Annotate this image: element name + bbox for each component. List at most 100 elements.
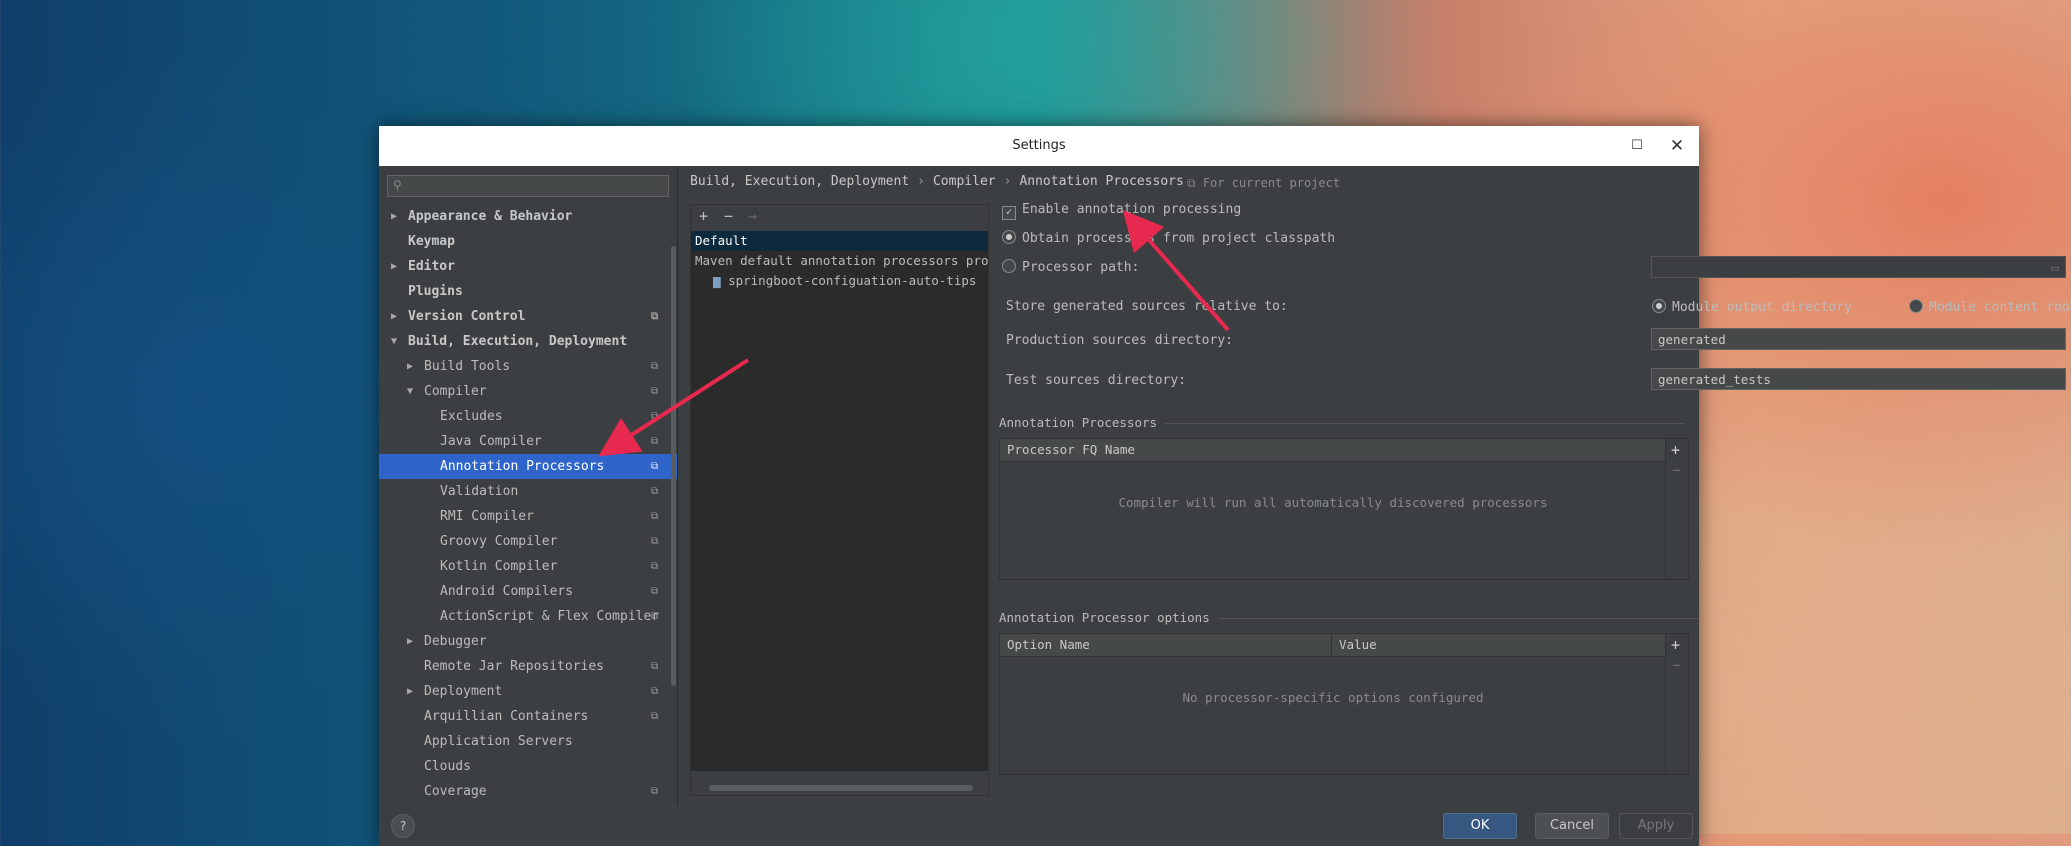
tree-item[interactable]: Application Servers bbox=[379, 729, 677, 754]
tree-item-label: Plugins bbox=[408, 284, 463, 299]
tree-item[interactable]: Excludes ⧉ bbox=[379, 404, 677, 429]
add-option-button[interactable]: + bbox=[1671, 636, 1680, 654]
title-bar: Settings ☐ ✕ bbox=[379, 126, 1699, 166]
tree-item[interactable]: Kotlin Compiler ⧉ bbox=[379, 554, 677, 579]
tree-item[interactable]: Plugins bbox=[379, 279, 677, 304]
processor-path-label: Processor path: bbox=[1022, 260, 1140, 275]
module-content-option[interactable]: Module content root bbox=[1909, 299, 2071, 315]
tree-item[interactable]: Keymap bbox=[379, 229, 677, 254]
add-profile-button[interactable]: + bbox=[699, 207, 708, 225]
for-current-project: ⧉ For current project bbox=[1187, 176, 1340, 191]
processors-table-header: Processor FQ Name bbox=[1000, 439, 1666, 462]
production-dir-field[interactable]: generated bbox=[1651, 328, 2066, 350]
close-icon[interactable]: ✕ bbox=[1665, 134, 1689, 158]
tree-item-label: Android Compilers bbox=[440, 584, 574, 599]
tree-item[interactable]: ▶ Build Tools ⧉ bbox=[379, 354, 677, 379]
profiles-panel: + − → Default Maven default annotation p… bbox=[690, 204, 989, 796]
project-scope-icon: ⧉ bbox=[651, 511, 659, 522]
settings-tree: ▶ Appearance & Behavior Keymap ▶ Editor Plugi… bbox=[379, 204, 677, 804]
tree-item[interactable]: Groovy Compiler ⧉ bbox=[379, 529, 677, 554]
tree-item-label: Appearance & Behavior bbox=[408, 209, 573, 224]
tree-item-label: Remote Jar Repositories bbox=[424, 659, 605, 674]
tree-item[interactable]: Coverage ⧉ bbox=[379, 779, 677, 804]
processors-table-toolbar: + − bbox=[1665, 439, 1688, 579]
add-processor-button[interactable]: + bbox=[1671, 441, 1680, 459]
project-scope-icon: ⧉ bbox=[651, 386, 659, 397]
chevron-right-icon[interactable]: ▶ bbox=[407, 629, 413, 654]
tree-item[interactable]: ▶ Deployment ⧉ bbox=[379, 679, 677, 704]
obtain-classpath-option[interactable]: Obtain processors from project classpath bbox=[1002, 230, 1335, 246]
remove-processor-button[interactable]: − bbox=[1672, 461, 1681, 479]
enable-annotation-processing[interactable]: ✓ Enable annotation processing bbox=[1002, 202, 1241, 220]
production-label: Production sources directory: bbox=[1006, 333, 1233, 348]
tree-item[interactable]: Annotation Processors ⧉ bbox=[379, 454, 677, 479]
tree-item[interactable]: ▶ Editor bbox=[379, 254, 677, 279]
processors-table: Processor FQ Name Compiler will run all … bbox=[999, 438, 1689, 580]
tree-item[interactable]: Remote Jar Repositories ⧉ bbox=[379, 654, 677, 679]
project-scope-icon: ⧉ bbox=[651, 411, 659, 422]
value-column[interactable]: Value bbox=[1331, 634, 1377, 656]
tree-item[interactable]: RMI Compiler ⧉ bbox=[379, 504, 677, 529]
module-output-radio[interactable] bbox=[1652, 299, 1666, 313]
tree-item[interactable]: Arquillian Containers ⧉ bbox=[379, 704, 677, 729]
store-label: Store generated sources relative to: bbox=[1006, 299, 1288, 314]
processor-fq-name-column[interactable]: Processor FQ Name bbox=[1007, 439, 1135, 461]
profiles-scrollbar[interactable] bbox=[709, 785, 973, 791]
section-title: Annotation Processors bbox=[999, 415, 1158, 430]
option-name-column[interactable]: Option Name bbox=[1007, 634, 1090, 656]
chevron-right-icon[interactable]: ▶ bbox=[391, 204, 397, 229]
tree-item-label: Application Servers bbox=[424, 734, 573, 749]
chevron-down-icon[interactable]: ▼ bbox=[407, 379, 413, 404]
apply-button[interactable]: Apply bbox=[1619, 813, 1693, 839]
tree-item[interactable]: Validation ⧉ bbox=[379, 479, 677, 504]
chevron-right-icon[interactable]: ▶ bbox=[391, 254, 397, 279]
chevron-right-icon[interactable]: ▶ bbox=[407, 354, 413, 379]
search-input[interactable]: ⚲ bbox=[387, 175, 669, 197]
processor-path-option[interactable]: Processor path: bbox=[1002, 259, 1139, 275]
project-scope-icon: ⧉ bbox=[1187, 176, 1196, 190]
ok-button[interactable]: OK bbox=[1443, 813, 1517, 839]
obtain-classpath-radio[interactable] bbox=[1002, 230, 1016, 244]
tree-item[interactable]: Java Compiler ⧉ bbox=[379, 429, 677, 454]
help-button[interactable]: ? bbox=[391, 814, 415, 838]
profile-module-label: springboot-configuation-auto-tips bbox=[728, 273, 977, 288]
tree-item-label: Excludes bbox=[440, 409, 503, 424]
tree-item[interactable]: ▶ Version Control ⧉ bbox=[379, 304, 677, 329]
test-label: Test sources directory: bbox=[1006, 373, 1187, 388]
module-output-option[interactable]: Module output directory bbox=[1652, 299, 1852, 315]
tree-item[interactable]: ▶ Appearance & Behavior bbox=[379, 204, 677, 229]
cancel-button[interactable]: Cancel bbox=[1535, 813, 1609, 839]
tree-item[interactable]: ▼ Compiler ⧉ bbox=[379, 379, 677, 404]
chevron-right-icon[interactable]: ▶ bbox=[407, 679, 413, 704]
enable-checkbox[interactable]: ✓ bbox=[1002, 206, 1016, 220]
move-module-button[interactable]: → bbox=[748, 207, 757, 225]
tree-item-label: Coverage bbox=[424, 784, 487, 799]
profile-maven[interactable]: Maven default annotation processors prof… bbox=[691, 251, 988, 271]
tree-item[interactable]: ▼ Build, Execution, Deployment bbox=[379, 329, 677, 354]
project-scope-icon: ⧉ bbox=[651, 561, 659, 572]
tree-item-label: ActionScript & Flex Compiler bbox=[440, 609, 660, 624]
chevron-right-icon[interactable]: ▶ bbox=[391, 304, 397, 329]
desktop: { "window": {"title": "Settings", "maxim… bbox=[0, 0, 2071, 846]
tree-item[interactable]: Clouds bbox=[379, 754, 677, 779]
test-dir-field[interactable]: generated_tests bbox=[1651, 368, 2066, 390]
processor-path-field[interactable]: ▭ bbox=[1651, 256, 2066, 278]
breadcrumb-item: Annotation Processors bbox=[1019, 174, 1184, 189]
maximize-icon[interactable]: ☐ bbox=[1625, 134, 1649, 158]
breadcrumb: Build, Execution, Deployment › Compiler › An… bbox=[690, 174, 1184, 189]
profiles-list: Default Maven default annotation process… bbox=[691, 231, 988, 771]
tree-item-label: Version Control bbox=[408, 309, 526, 324]
processor-path-radio[interactable] bbox=[1002, 259, 1016, 273]
remove-option-button[interactable]: − bbox=[1672, 656, 1681, 674]
tree-item[interactable]: ActionScript & Flex Compiler ⧉ bbox=[379, 604, 677, 629]
remove-profile-button[interactable]: − bbox=[724, 207, 733, 225]
profile-default[interactable]: Default bbox=[691, 231, 988, 251]
folder-icon[interactable]: ▭ bbox=[2051, 257, 2059, 279]
tree-scrollbar[interactable] bbox=[671, 246, 676, 686]
module-content-radio[interactable] bbox=[1909, 299, 1923, 313]
tree-item[interactable]: Android Compilers ⧉ bbox=[379, 579, 677, 604]
tree-item-label: Arquillian Containers bbox=[424, 709, 589, 724]
tree-item[interactable]: ▶ Debugger bbox=[379, 629, 677, 654]
profile-module[interactable]: ▆ springboot-configuation-auto-tips bbox=[691, 271, 988, 291]
chevron-down-icon[interactable]: ▼ bbox=[391, 329, 397, 354]
